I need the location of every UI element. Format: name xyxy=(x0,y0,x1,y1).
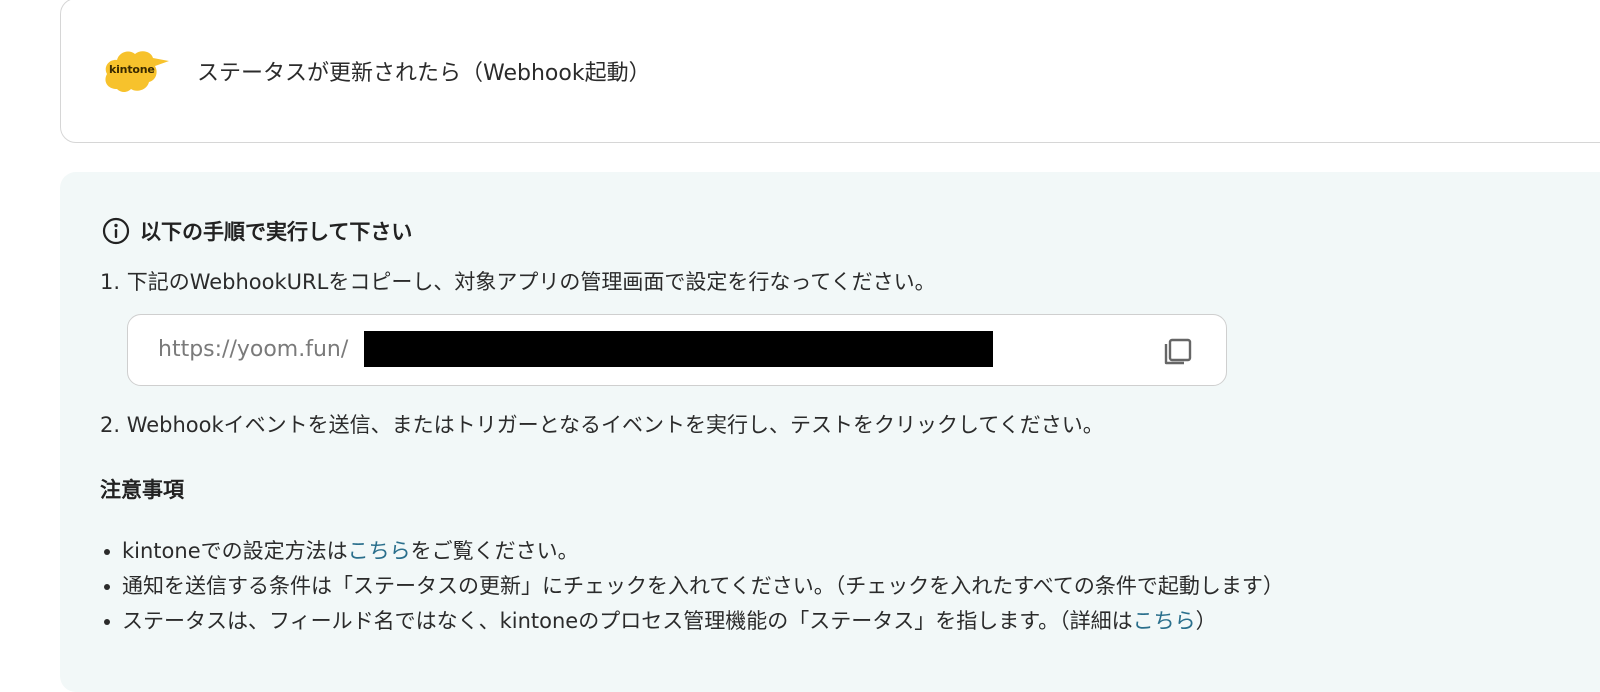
note-item-1: kintoneでの設定方法はこちらをご覧ください。 xyxy=(100,534,1284,569)
notes-list: kintoneでの設定方法はこちらをご覧ください。 通知を送信する条件は「ステー… xyxy=(100,534,1284,639)
copy-icon xyxy=(1164,338,1192,365)
instructions-heading: 以下の手順で実行して下さい xyxy=(102,216,412,246)
instructions-heading-text: 以下の手順で実行して下さい xyxy=(140,220,413,244)
copy-button[interactable] xyxy=(1160,335,1194,369)
kintone-logo: kintone xyxy=(103,47,171,95)
note-1-after: をご覧ください。 xyxy=(410,539,579,563)
note-3-after: ） xyxy=(1195,609,1217,633)
setup-guide-link[interactable]: こちら xyxy=(348,539,411,563)
note-item-3: ステータスは、フィールド名ではなく、kintoneのプロセス管理機能の「ステータ… xyxy=(100,604,1284,639)
note-item-2: 通知を送信する条件は「ステータスの更新」にチェックを入れてください。（チェックを… xyxy=(100,569,1284,604)
note-3-before: ステータスは、フィールド名ではなく、kintoneのプロセス管理機能の「ステータ… xyxy=(122,609,1133,633)
notes-heading: 注意事項 xyxy=(100,478,184,502)
step-1-text: 1. 下記のWebhookURLをコピーし、対象アプリの管理画面で設定を行なって… xyxy=(100,270,936,294)
step-2-text: 2. Webhookイベントを送信、またはトリガーとなるイベントを実行し、テスト… xyxy=(100,413,1104,437)
instructions-panel: 以下の手順で実行して下さい 1. 下記のWebhookURLをコピーし、対象アプ… xyxy=(60,172,1600,692)
note-1-before: kintoneでの設定方法は xyxy=(122,539,348,563)
logo-text: kintone xyxy=(109,63,155,76)
status-details-link[interactable]: こちら xyxy=(1133,609,1196,633)
trigger-card[interactable]: kintone ステータスが更新されたら（Webhook起動） xyxy=(60,0,1600,143)
url-redaction xyxy=(364,331,993,367)
webhook-url-field[interactable]: https://yoom.fun/ xyxy=(127,314,1227,386)
info-circle-icon xyxy=(102,217,130,245)
trigger-title: ステータスが更新されたら（Webhook起動） xyxy=(197,61,651,86)
webhook-url-text[interactable]: https://yoom.fun/ xyxy=(158,337,348,362)
note-2-text: 通知を送信する条件は「ステータスの更新」にチェックを入れてください。（チェックを… xyxy=(122,574,1284,598)
